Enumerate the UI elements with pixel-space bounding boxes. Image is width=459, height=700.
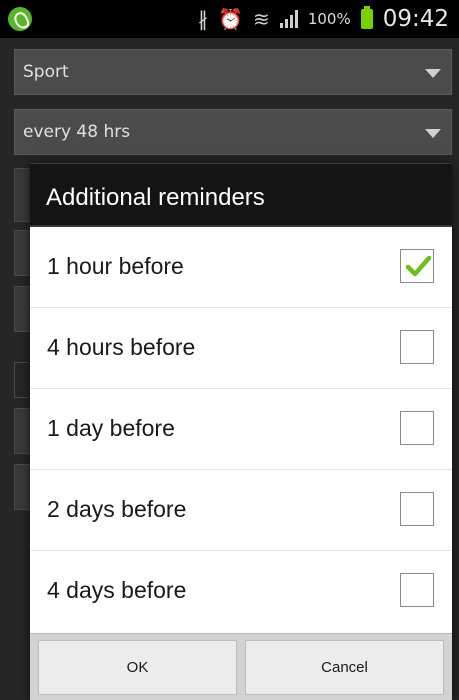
- interval-spinner[interactable]: every 48 hrs: [14, 109, 452, 155]
- option-2-days-before[interactable]: 2 days before: [30, 470, 452, 551]
- dialog-button-bar: OK Cancel: [30, 633, 452, 700]
- option-4-hours-before[interactable]: 4 hours before: [30, 308, 452, 389]
- option-1-day-before[interactable]: 1 day before: [30, 389, 452, 470]
- reminders-dialog: Additional reminders 1 hour before 4 hou…: [30, 163, 452, 700]
- checkbox-1-hour-before[interactable]: [400, 249, 434, 283]
- option-label: 4 days before: [47, 577, 187, 603]
- ok-button[interactable]: OK: [38, 640, 237, 695]
- dialog-header: Additional reminders: [30, 163, 452, 227]
- category-spinner[interactable]: Sport: [14, 49, 452, 95]
- option-label: 4 hours before: [47, 334, 196, 360]
- wifi-icon: ≋: [253, 7, 270, 31]
- app-runner-icon: [8, 7, 32, 31]
- clock: 09:42: [382, 6, 449, 32]
- checkbox-4-hours-before[interactable]: [400, 330, 434, 364]
- category-spinner-value: Sport: [23, 62, 69, 82]
- option-label: 1 day before: [47, 415, 175, 441]
- status-icons: ∦ ⏰ ≋ 100% 09:42: [198, 0, 449, 38]
- status-bar: ∦ ⏰ ≋ 100% 09:42: [0, 0, 459, 38]
- battery-icon: [360, 6, 373, 29]
- interval-spinner-value: every 48 hrs: [23, 122, 131, 142]
- signal-icon: [279, 10, 298, 28]
- checkbox-4-days-before[interactable]: [400, 573, 434, 607]
- battery-percent: 100%: [307, 10, 351, 28]
- checkbox-1-day-before[interactable]: [400, 411, 434, 445]
- dropdown-arrow-icon: [425, 129, 441, 138]
- option-label: 1 hour before: [47, 253, 184, 279]
- dialog-title: Additional reminders: [46, 184, 265, 211]
- checkmark-icon: [405, 255, 432, 277]
- checkbox-2-days-before[interactable]: [400, 492, 434, 526]
- dropdown-arrow-icon: [425, 69, 441, 78]
- option-label: 2 days before: [47, 496, 187, 522]
- option-4-days-before[interactable]: 4 days before: [30, 551, 452, 632]
- cancel-button[interactable]: Cancel: [245, 640, 444, 695]
- alarm-icon: ⏰: [218, 7, 244, 31]
- bluetooth-icon: ∦: [198, 7, 209, 31]
- option-1-hour-before[interactable]: 1 hour before: [30, 227, 452, 308]
- options-list: 1 hour before 4 hours before 1 day befor…: [30, 227, 452, 632]
